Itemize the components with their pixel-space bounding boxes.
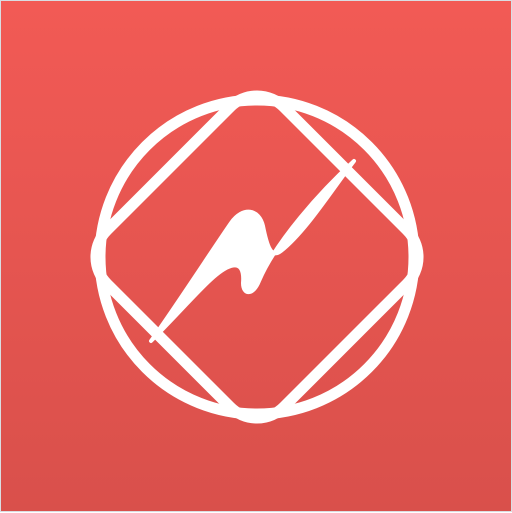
lightning-bolt [149,159,356,343]
lightning-compass-icon [90,90,424,424]
app-icon [0,0,512,512]
